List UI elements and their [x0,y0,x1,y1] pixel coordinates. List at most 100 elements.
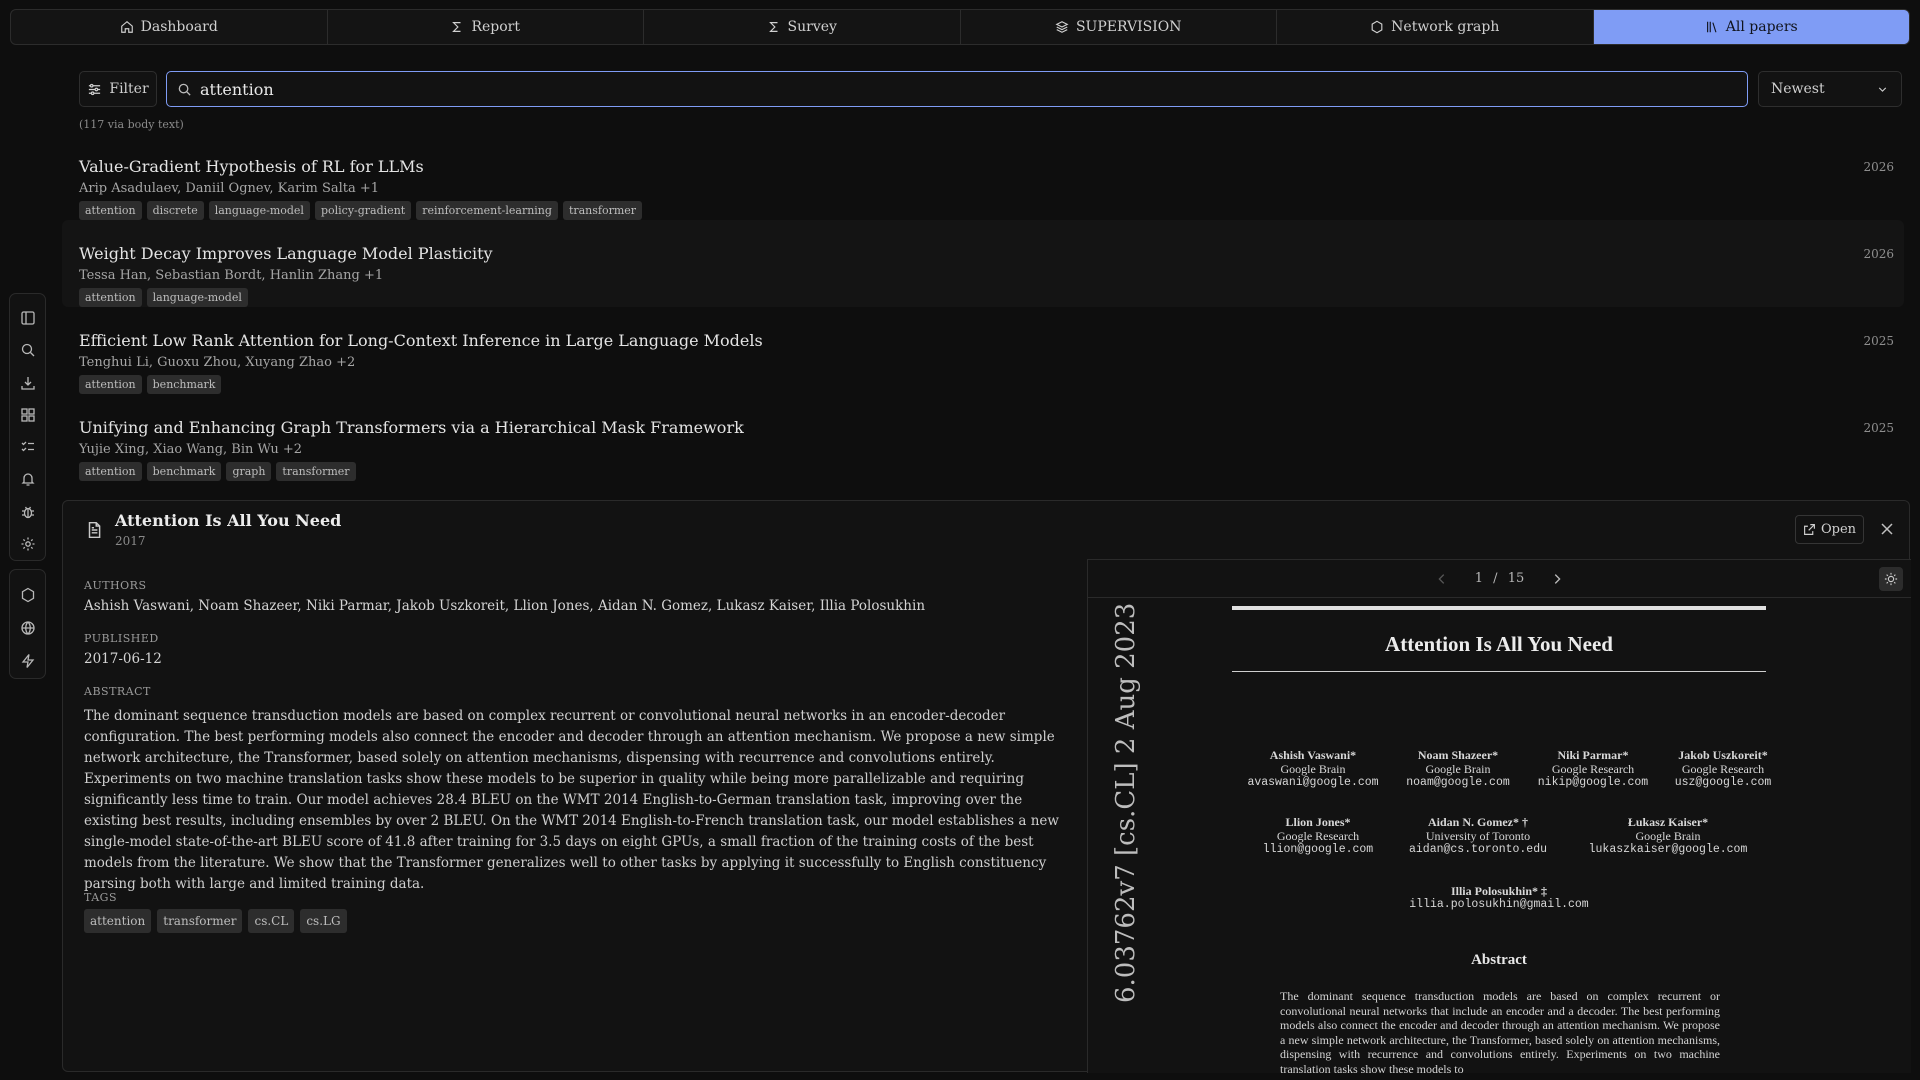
tag-chip[interactable]: transformer [276,462,356,481]
list-item[interactable]: Value-Gradient Hypothesis of RL for LLMs… [62,133,1904,220]
paper-year: 2025 [1863,421,1894,435]
bell-icon [20,473,35,487]
paper-title[interactable]: Weight Decay Improves Language Model Pla… [79,244,1888,263]
tag-chip[interactable]: cs.LG [300,909,347,933]
author-email: usz@google.com [1674,776,1772,789]
search-button[interactable] [17,334,39,366]
paper-title[interactable]: Unifying and Enhancing Graph Transformer… [79,418,1888,437]
tag-chip[interactable]: transformer [562,201,643,220]
tab-label: Network graph [1391,19,1500,35]
notifications-button[interactable] [17,463,39,495]
search-box[interactable] [166,71,1748,107]
theme-toggle-button[interactable] [1879,567,1903,591]
open-label: Open [1820,522,1857,537]
paper-title[interactable]: Efficient Low Rank Attention for Long-Co… [79,331,1888,350]
authors-label: AUTHORS [84,579,147,592]
sidebar-icon [20,311,35,325]
paper-year: 2026 [1863,247,1894,261]
search-icon [21,344,34,357]
tag-chip[interactable]: cs.CL [248,909,295,933]
checklist-button[interactable] [17,431,39,463]
grid-button[interactable] [17,399,39,431]
list-item[interactable]: Efficient Low Rank Attention for Long-Co… [62,307,1904,394]
paper-authors: Tenghui Li, Guoxu Zhou, Xuyang Zhao +2 [79,355,356,370]
tag-chip[interactable]: attention [79,201,142,220]
tags-label: TAGS [84,891,118,904]
tag-chip[interactable]: reinforcement-learning [416,201,558,220]
layers-icon [1055,21,1069,33]
paper-year: 2025 [1863,334,1894,348]
search-icon [178,83,191,96]
tag-chip[interactable]: attention [79,462,142,481]
chevron-right-icon[interactable] [1550,572,1564,586]
bug-icon [21,506,34,518]
author-affil: Google Research [1276,829,1360,843]
top-nav: Dashboard Report Survey SUPERVISION Netw… [10,9,1910,45]
hexagon-icon [1371,20,1383,34]
sliders-icon [89,83,101,95]
tag-chip[interactable]: transformer [157,909,243,933]
author-affil: Google Brain [1425,762,1491,776]
sun-icon [1884,572,1898,586]
author-name: Noam Shazeer* [1417,748,1499,762]
paper-list: Value-Gradient Hypothesis of RL for LLMs… [62,133,1904,481]
checklist-icon [21,441,34,452]
close-icon[interactable] [1879,521,1895,537]
author-email: lukaszkaiser@google.com [1588,843,1748,856]
pdf-author: Jakob Uszkoreit* Google Research usz@goo… [1658,748,1788,790]
tag-chip[interactable]: policy-gradient [314,201,412,220]
tag-chip[interactable]: attention [84,909,152,933]
author-name: Llion Jones* [1285,815,1351,829]
download-button[interactable] [17,367,39,399]
pdf-viewer: 1 / 15 6.03762v7 [cs.CL] 2 Aug 2023 Atte… [1087,559,1911,1073]
pdf-title: Attention Is All You Need [1385,632,1613,656]
title-rule-bottom [1232,671,1766,672]
detail-authors: Ashish Vaswani, Noam Shazeer, Niki Parma… [84,598,926,614]
chevron-left-icon[interactable] [1435,572,1449,586]
tag-chip[interactable]: language-model [146,288,248,307]
tag-chip[interactable]: benchmark [146,462,222,481]
author-name: Łukasz Kaiser* [1627,815,1709,829]
author-email: aidan@cs.toronto.edu [1408,843,1548,856]
list-item[interactable]: Weight Decay Improves Language Model Pla… [62,220,1904,307]
tab-all-papers[interactable]: All papers [1593,10,1909,44]
globe-button[interactable] [17,611,39,644]
tab-network-graph[interactable]: Network graph [1277,10,1594,44]
tab-dashboard[interactable]: Dashboard [11,10,328,44]
result-count: (117 via body text) [79,118,184,131]
tag-chip[interactable]: discrete [146,201,204,220]
sort-select[interactable]: Newest [1758,71,1902,107]
tab-report[interactable]: Report [328,10,644,44]
tag-chip[interactable]: attention [79,375,142,394]
open-button[interactable]: Open [1795,515,1864,544]
library-icon [1706,21,1717,33]
list-item[interactable]: Unifying and Enhancing Graph Transformer… [62,394,1904,481]
tag-chip[interactable]: language-model [208,201,310,220]
pdf-author: Aidan N. Gomez* † University of Toronto … [1388,815,1568,857]
pdf-page[interactable]: 6.03762v7 [cs.CL] 2 Aug 2023 Attention I… [1088,598,1911,1073]
debug-button[interactable] [17,496,39,528]
tag-chip[interactable]: attention [79,288,142,307]
search-input[interactable] [200,79,1700,99]
graph-button[interactable] [17,578,39,611]
pdf-toolbar: 1 / 15 [1088,560,1911,598]
author-affil: Google Research [1551,762,1635,776]
author-email: llion@google.com [1262,843,1374,856]
tab-survey[interactable]: Survey [644,10,961,44]
tag-chip[interactable]: benchmark [146,375,222,394]
document-icon [88,521,101,539]
tab-label: Report [471,19,521,35]
pdf-abstract-heading: Abstract [1471,952,1527,968]
pdf-author: Noam Shazeer* Google Brain noam@google.c… [1388,748,1528,790]
filter-button[interactable]: Filter [79,71,157,107]
quick-action-button[interactable] [17,644,39,677]
settings-button[interactable] [17,528,39,560]
panel-toggle-button[interactable] [17,302,39,334]
author-name: Illia Polosukhin* ‡ [1450,884,1548,898]
paper-detail-panel: Attention Is All You Need 2017 Open AUTH… [62,500,1911,1073]
paper-title[interactable]: Value-Gradient Hypothesis of RL for LLMs [79,157,1888,176]
tag-chip[interactable]: graph [226,462,272,481]
side-toolbar [9,293,46,561]
page-total: 15 [1507,571,1525,586]
tab-supervision[interactable]: SUPERVISION [961,10,1277,44]
